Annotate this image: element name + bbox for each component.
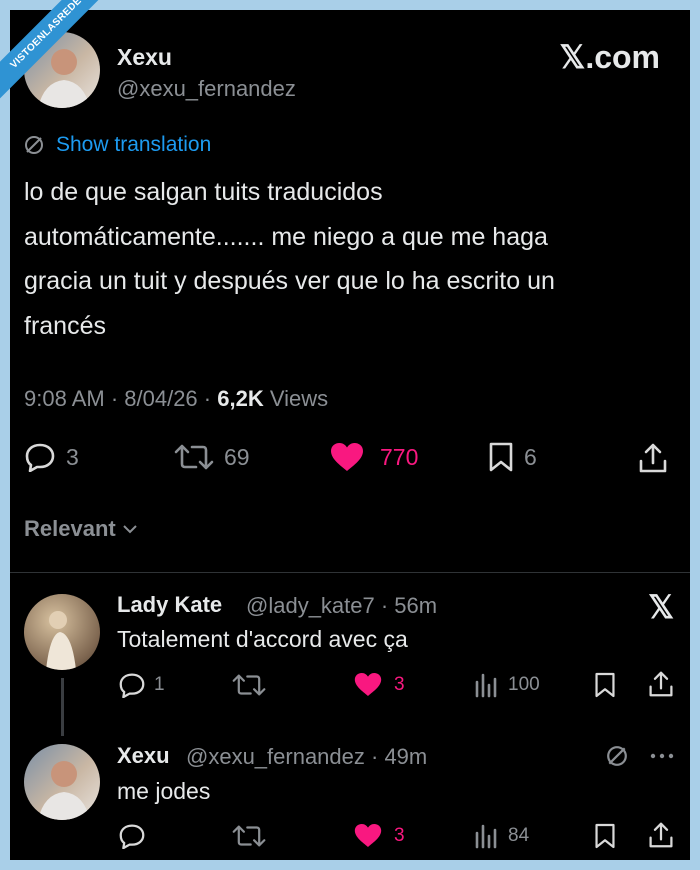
views-count: 100 [508,674,540,695]
reply-author-name[interactable]: Xexu [117,743,170,769]
heart-filled-icon [331,443,363,471]
more-dots-icon [650,753,674,759]
heart-filled-icon [354,672,382,697]
bookmark-count: 6 [524,443,537,470]
bookmark-icon [489,442,513,472]
reply-author-name[interactable]: Lady Kate [117,592,222,618]
reply-avatar[interactable] [24,594,100,670]
reply-count: 3 [66,443,79,470]
share-button[interactable] [648,670,674,698]
section-divider [10,572,690,573]
views-chart-icon [475,673,497,698]
bookmark-icon [595,672,615,698]
sort-dropdown[interactable]: Relevant [24,516,138,542]
repost-icon [232,674,266,696]
reply-button[interactable]: 1 [118,672,165,698]
repost-icon [174,444,214,470]
views-chart-icon [475,824,497,849]
more-options-button[interactable] [650,752,674,760]
sort-label: Relevant [24,516,116,541]
reply-count: 1 [154,674,165,695]
share-icon [639,443,667,473]
heart-filled-icon [354,823,382,848]
repost-button[interactable]: 69 [174,442,250,472]
x-brand-logo-small: 𝕏 [648,589,674,625]
reply-author-handle[interactable]: @xexu_fernandez · 49m [186,744,427,770]
views-count: 84 [508,825,530,846]
share-icon [649,822,673,848]
tweet-line: francés [24,311,106,340]
share-button[interactable] [648,821,674,849]
reply-button[interactable]: 3 [24,442,79,472]
show-translation-label: Show translation [56,133,212,156]
tweet-timestamp[interactable]: 9:08 AM · 8/04/26 · [24,386,217,411]
reply-avatar[interactable] [24,744,100,820]
avatar-painting-icon [46,611,76,670]
like-button[interactable]: 3 [354,823,405,848]
like-button[interactable]: 3 [354,672,405,697]
reply-text: Totalement d'accord avec ça [117,626,408,652]
views-count: 6,2K [217,386,264,411]
repost-button[interactable] [232,823,266,849]
tweet-meta: 9:08 AM · 8/04/26 · 6,2K Views [24,386,328,412]
reply-button[interactable] [118,823,146,849]
repost-count: 69 [224,443,250,470]
like-button[interactable]: 770 [330,442,418,472]
bookmark-button[interactable]: 6 [488,442,537,472]
translate-icon [607,746,627,766]
bookmark-button[interactable] [594,823,616,849]
x-brand-logo: 𝕏.com [559,39,660,75]
tweet-text: lo de que salgan tuits traducidos automá… [24,170,684,348]
reply-icon [25,443,55,472]
reply-icon [119,673,145,698]
bookmark-button[interactable] [594,672,616,698]
share-icon [649,671,673,697]
show-translation-link[interactable]: Show translation [24,133,211,157]
views-button[interactable]: 84 [474,823,529,849]
tweet-line: lo de que salgan tuits traducidos [24,178,383,206]
translate-status-icon[interactable] [606,745,628,767]
tweet-screenshot: Xexu @xexu_fernandez 𝕏.com Show translat… [10,10,690,860]
like-count: 3 [394,824,405,846]
thread-line [61,678,64,736]
share-button[interactable] [638,442,668,474]
repost-icon [232,825,266,847]
views-button[interactable]: 100 [474,672,540,698]
tweet-line: gracia un tuit y después ver que lo ha e… [24,267,555,295]
reply-icon [119,824,145,849]
like-count: 770 [380,443,419,470]
author-handle[interactable]: @xexu_fernandez [117,76,296,102]
chevron-down-icon [123,525,137,534]
repost-button[interactable] [232,672,266,698]
reply-author-handle[interactable]: @lady_kate7 · 56m [246,593,437,619]
bookmark-icon [595,823,615,849]
translate-icon [25,136,43,154]
author-name[interactable]: Xexu [117,44,172,71]
tweet-line: automáticamente....... me niego a que me… [24,222,548,251]
views-label: Views [263,386,329,411]
avatar-person-icon [38,761,90,820]
reply-text: me jodes [117,778,211,804]
like-count: 3 [394,673,405,695]
